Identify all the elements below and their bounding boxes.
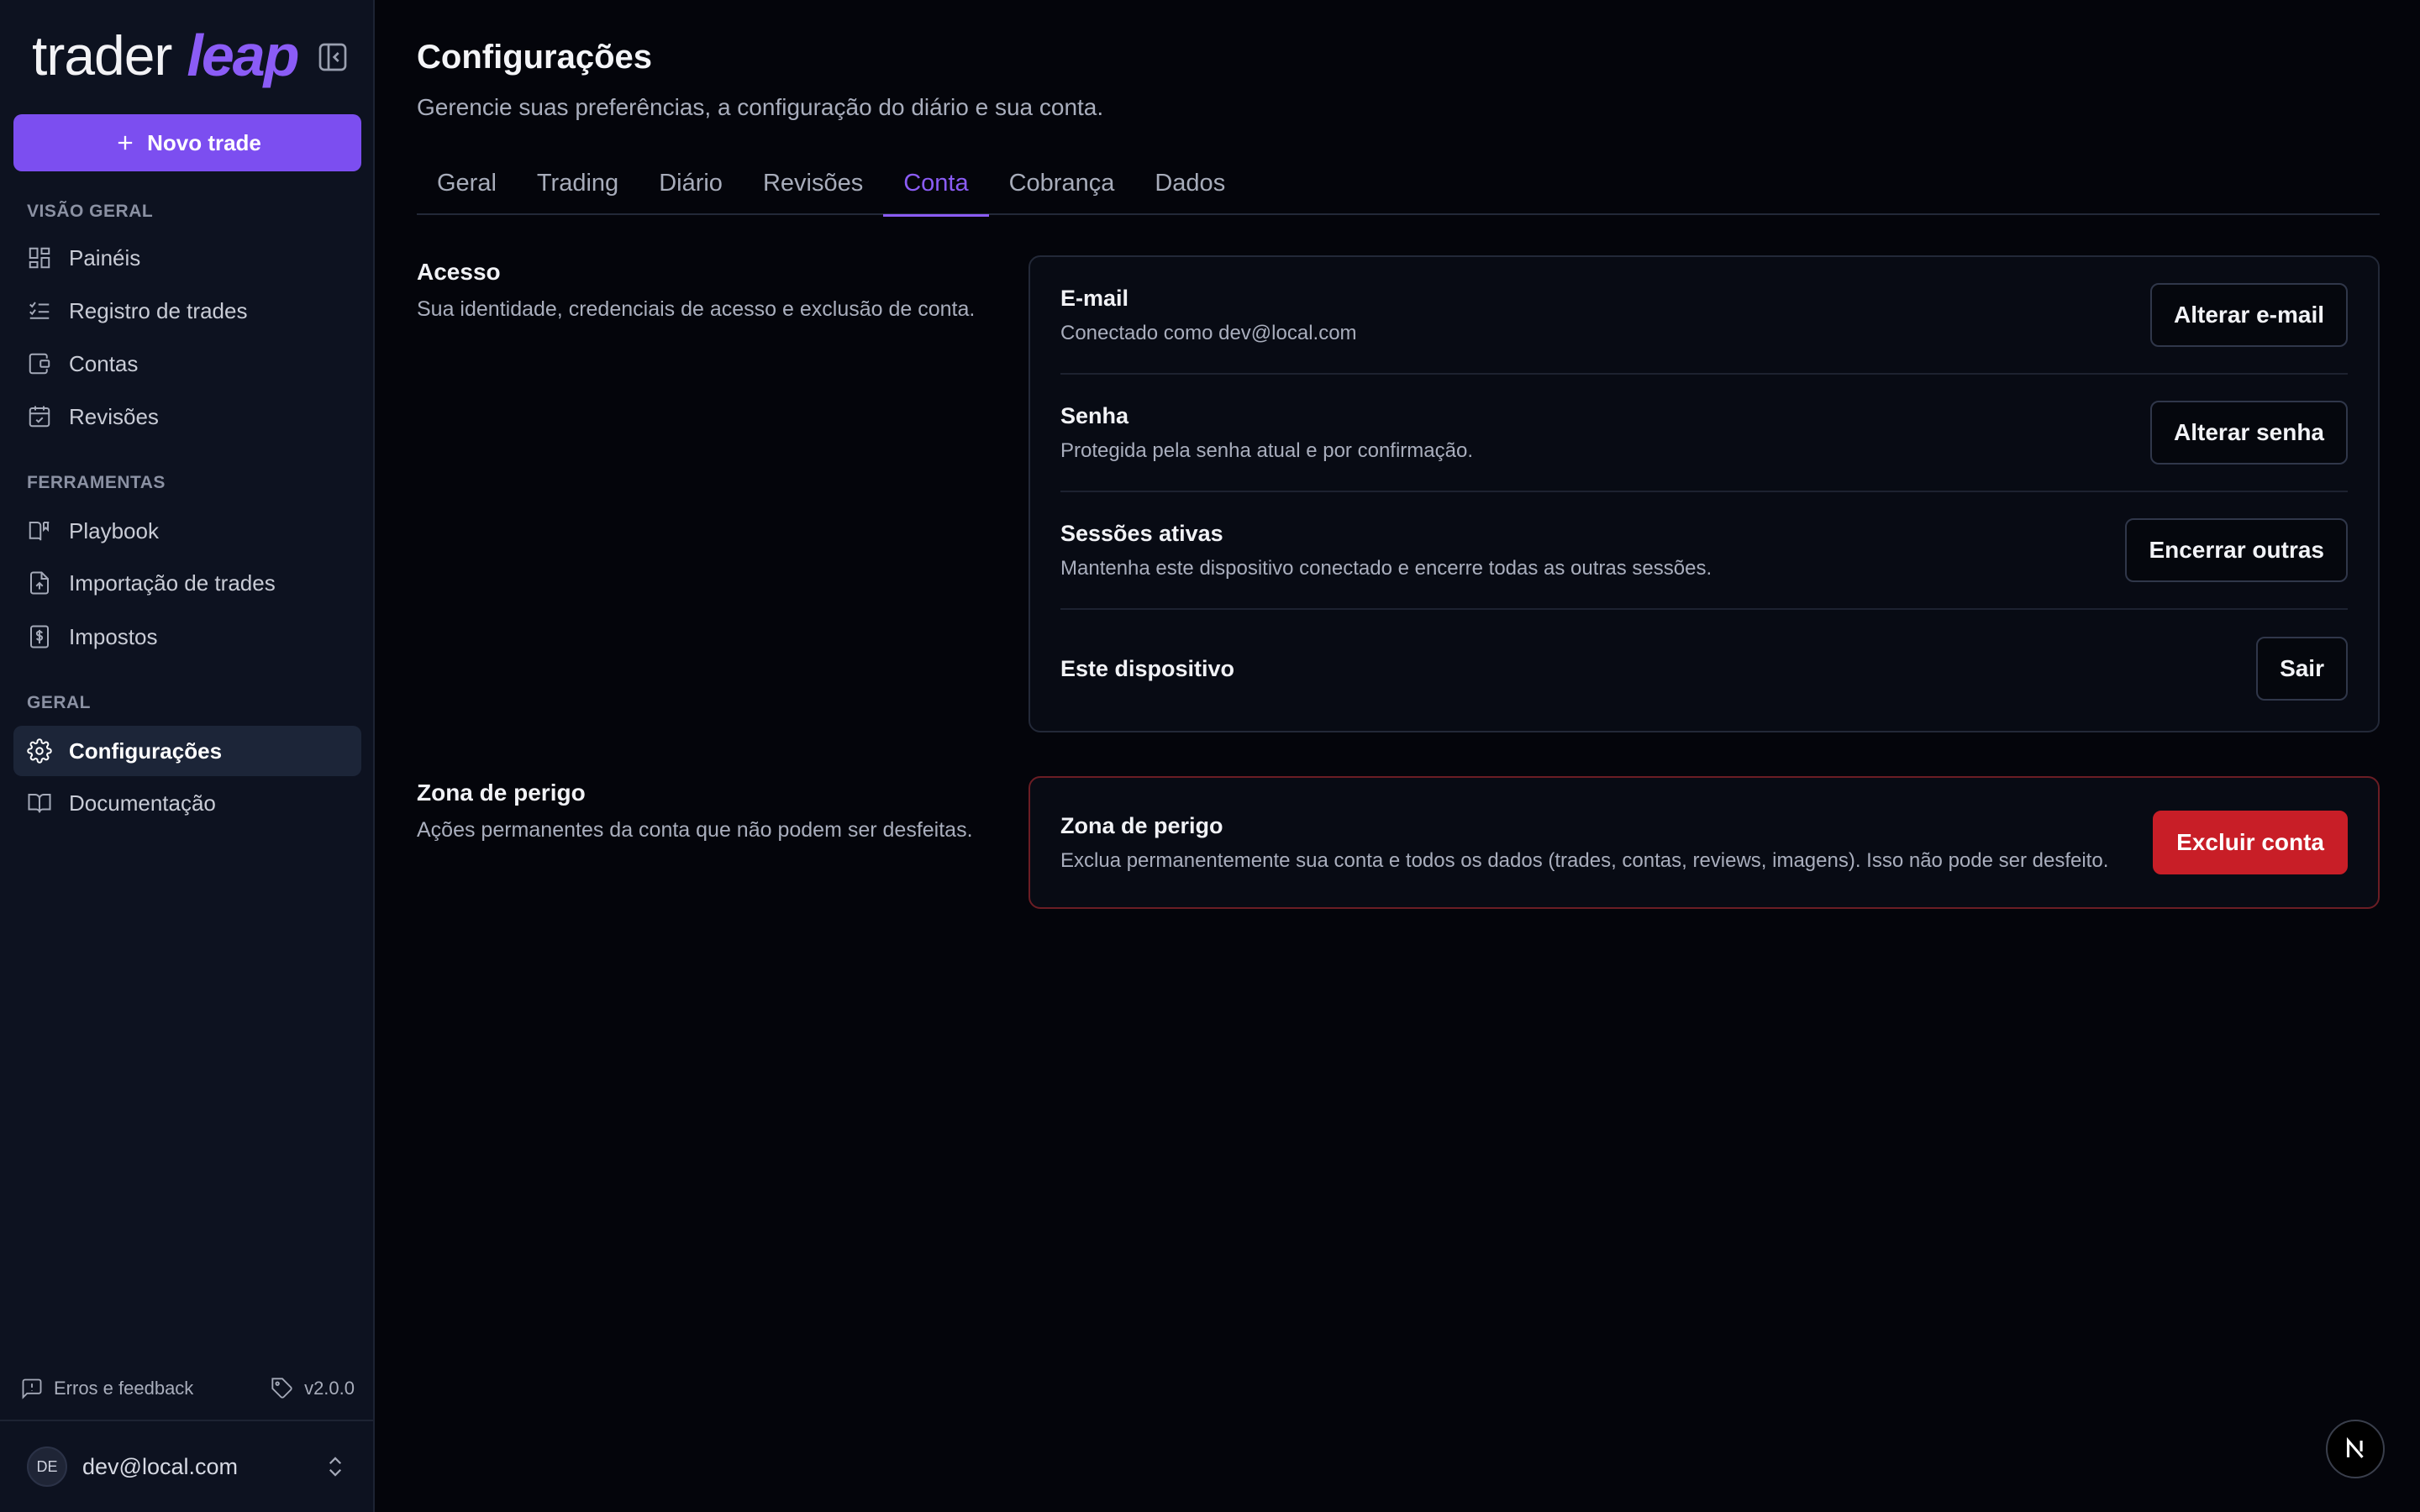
sidebar-collapse-icon[interactable] bbox=[316, 40, 350, 74]
sidebar-item-label: Painéis bbox=[69, 244, 141, 270]
new-trade-button[interactable]: Novo trade bbox=[13, 114, 361, 171]
version-tag: v2.0.0 bbox=[271, 1377, 355, 1400]
feedback-link[interactable]: Erros e feedback bbox=[20, 1377, 193, 1400]
tab-general[interactable]: Geral bbox=[417, 151, 517, 215]
danger-card: Zona de perigo Exclua permanentemente su… bbox=[1028, 776, 2380, 909]
page-subtitle: Gerencie suas preferências, a configuraç… bbox=[417, 94, 1104, 120]
delete-account-button[interactable]: Excluir conta bbox=[2153, 811, 2348, 874]
sessions-row-description: Mantenha este dispositivo conectado e en… bbox=[1060, 556, 1712, 580]
password-row-description: Protegida pela senha atual e por confirm… bbox=[1060, 438, 1473, 462]
change-password-button[interactable]: Alterar senha bbox=[2150, 401, 2348, 465]
access-card: E-mail Conectado como dev@local.com Alte… bbox=[1028, 255, 2380, 732]
new-trade-label: Novo trade bbox=[147, 129, 261, 155]
delete-account-row: Zona de perigo Exclua permanentemente su… bbox=[1060, 778, 2348, 907]
dashboard-icon bbox=[29, 247, 50, 269]
sessions-row-title: Sessões ativas bbox=[1060, 520, 1223, 546]
danger-section-title: Zona de perigo bbox=[417, 780, 586, 806]
tab-data[interactable]: Dados bbox=[1134, 151, 1245, 215]
change-email-button[interactable]: Alterar e-mail bbox=[2150, 283, 2348, 347]
sidebar-item-taxes[interactable]: Impostos bbox=[13, 612, 361, 662]
tab-account[interactable]: Conta bbox=[883, 151, 990, 217]
sidebar-item-label: Impostos bbox=[69, 623, 158, 649]
version-label: v2.0.0 bbox=[304, 1378, 355, 1399]
tab-trading[interactable]: Trading bbox=[517, 151, 639, 215]
dev-tools-badge[interactable] bbox=[2326, 1420, 2385, 1478]
sidebar-item-label: Revisões bbox=[69, 403, 159, 429]
page-title: Configurações bbox=[417, 39, 653, 76]
gear-icon bbox=[27, 738, 52, 764]
sidebar-item-dashboards[interactable]: Painéis bbox=[13, 233, 361, 283]
wallet-icon bbox=[29, 353, 50, 375]
brand-leap-text: leap bbox=[187, 23, 299, 88]
access-section-description: Sua identidade, credenciais de acesso e … bbox=[417, 297, 976, 321]
sidebar-item-settings[interactable]: Configurações bbox=[13, 726, 361, 776]
this-device-row: Este dispositivo Sair bbox=[1060, 610, 2348, 727]
sidebar-item-reviews[interactable]: Revisões bbox=[13, 391, 361, 442]
tab-reviews[interactable]: Revisões bbox=[743, 151, 883, 215]
file-upload-icon bbox=[30, 571, 49, 595]
feedback-label: Erros e feedback bbox=[54, 1378, 194, 1399]
avatar: DE bbox=[27, 1446, 67, 1487]
next-logo-icon bbox=[2346, 1436, 2364, 1458]
nav-section-general: GERAL bbox=[27, 693, 91, 712]
tab-journal[interactable]: Diário bbox=[639, 151, 743, 215]
user-email: dev@local.com bbox=[82, 1453, 238, 1479]
settings-tabs: Geral Trading Diário Revisões Conta Cobr… bbox=[417, 151, 2380, 217]
brand-logo[interactable]: trader leap bbox=[32, 22, 300, 89]
sidebar-item-label: Playbook bbox=[69, 517, 159, 543]
email-row: E-mail Conectado como dev@local.com Alte… bbox=[1060, 257, 2348, 375]
sidebar-item-playbook[interactable]: Playbook bbox=[13, 506, 361, 556]
sidebar-item-trade-log[interactable]: Registro de trades bbox=[13, 286, 361, 336]
sidebar-item-label: Documentação bbox=[69, 790, 216, 816]
tag-icon bbox=[271, 1378, 292, 1399]
open-book-icon bbox=[28, 794, 51, 813]
sidebar-item-label: Registro de trades bbox=[69, 297, 248, 323]
tab-billing[interactable]: Cobrança bbox=[989, 151, 1135, 215]
danger-section-description: Ações permanentes da conta que não podem… bbox=[417, 818, 973, 842]
chevrons-up-down-icon bbox=[329, 1457, 342, 1477]
message-alert-icon bbox=[22, 1378, 42, 1399]
sidebar-item-documentation[interactable]: Documentação bbox=[13, 778, 361, 828]
user-menu[interactable]: DE dev@local.com bbox=[0, 1420, 375, 1512]
sidebar-item-label: Configurações bbox=[69, 738, 223, 764]
email-row-description: Conectado como dev@local.com bbox=[1060, 321, 1357, 344]
danger-card-title: Zona de perigo bbox=[1060, 812, 1223, 838]
danger-card-description: Exclua permanentemente sua conta e todos… bbox=[1060, 848, 2109, 872]
book-icon bbox=[29, 522, 50, 541]
password-row: Senha Protegida pela senha atual e por c… bbox=[1060, 375, 2348, 492]
sidebar-footer: Erros e feedback v2.0.0 bbox=[0, 1368, 375, 1410]
this-device-row-title: Este dispositivo bbox=[1060, 655, 1235, 681]
tax-icon bbox=[30, 625, 49, 648]
end-other-sessions-button[interactable]: Encerrar outras bbox=[2125, 518, 2348, 582]
calendar-check-icon bbox=[29, 406, 50, 428]
brand-trader-text: trader bbox=[32, 24, 172, 87]
list-check-icon bbox=[29, 302, 50, 319]
sessions-row: Sessões ativas Mantenha este dispositivo… bbox=[1060, 492, 2348, 610]
email-row-title: E-mail bbox=[1060, 285, 1129, 311]
sidebar-item-accounts[interactable]: Contas bbox=[13, 339, 361, 389]
sidebar-item-label: Importação de trades bbox=[69, 570, 276, 596]
sidebar: trader leap Novo trade VISÃO GERAL Painé… bbox=[0, 0, 375, 1512]
nav-section-overview: VISÃO GERAL bbox=[27, 202, 154, 221]
sign-out-button[interactable]: Sair bbox=[2256, 637, 2348, 701]
sidebar-item-trade-import[interactable]: Importação de trades bbox=[13, 558, 361, 608]
access-section-title: Acesso bbox=[417, 259, 501, 285]
sidebar-item-label: Contas bbox=[69, 350, 139, 376]
password-row-title: Senha bbox=[1060, 402, 1129, 428]
plus-icon bbox=[118, 135, 133, 150]
nav-section-tools: FERRAMENTAS bbox=[27, 473, 166, 492]
